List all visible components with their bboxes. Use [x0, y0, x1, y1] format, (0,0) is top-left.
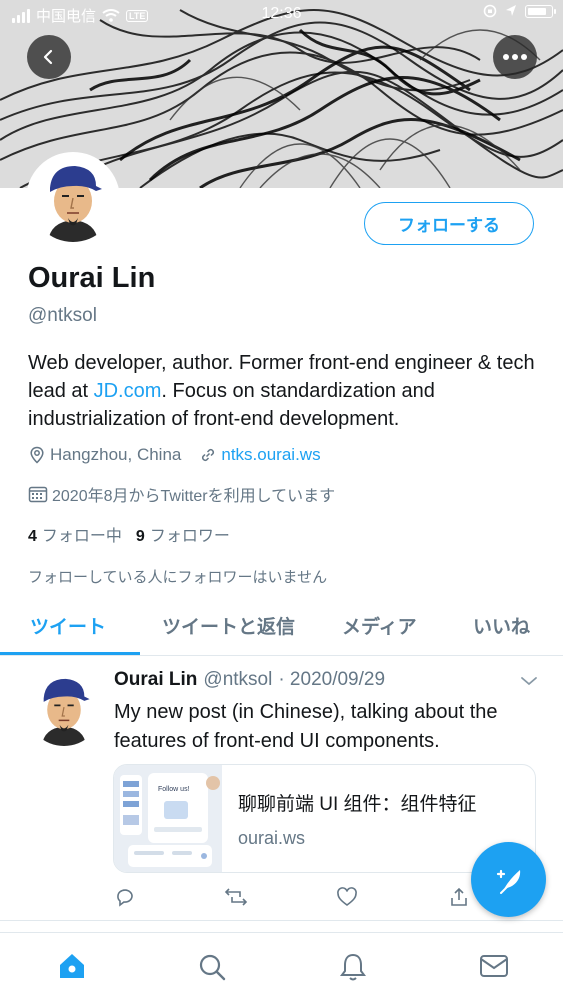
- website-item[interactable]: ntks.ourai.ws: [199, 445, 321, 465]
- card-domain: ourai.ws: [238, 828, 306, 848]
- follow-counts: 4 フォロー中 9 フォロワー: [28, 522, 230, 546]
- tweet-author-name[interactable]: Ourai Lin: [114, 669, 197, 691]
- profile-name: Ourai Lin: [28, 262, 156, 294]
- location-item: Hangzhou, China: [28, 445, 181, 465]
- card-thumbnail: Follow us!: [114, 765, 222, 872]
- tweet-date: · 2020/09/29: [278, 669, 386, 690]
- tab-tweets[interactable]: ツイート: [30, 612, 106, 639]
- calendar-icon: [28, 486, 48, 503]
- website-link[interactable]: ntks.ourai.ws: [221, 445, 320, 465]
- following-number: 4: [28, 528, 37, 545]
- followers-label: フォロワー: [149, 528, 230, 545]
- follow-button[interactable]: フォローする: [364, 202, 534, 245]
- status-bar: 中国电信 LTE 12:36: [0, 0, 563, 32]
- link-icon: [202, 448, 215, 462]
- mail-icon[interactable]: [478, 951, 510, 981]
- more-button[interactable]: [493, 35, 537, 79]
- more-dots-icon: [503, 54, 527, 60]
- following-count[interactable]: 4 フォロー中: [28, 522, 122, 546]
- profile-avatar[interactable]: [26, 152, 120, 246]
- tab-tweets-replies[interactable]: ツイートと返信: [162, 612, 295, 639]
- link-card[interactable]: Follow us! 聊聊前端 UI 组件：组件特征 ourai.ws: [113, 764, 536, 873]
- tweet-header: Ourai Lin @ntksol · 2020/09/29: [114, 669, 385, 691]
- joined-text: 2020年8月からTwitterを利用しています: [52, 488, 336, 505]
- compose-tweet-button[interactable]: [471, 842, 546, 917]
- profile-bio: Web developer, author. Former front-end …: [28, 349, 548, 433]
- joined-date: 2020年8月からTwitterを利用しています: [28, 482, 335, 506]
- tweet-actions: [114, 886, 474, 912]
- bell-icon[interactable]: [337, 951, 369, 983]
- followers-number: 9: [135, 528, 145, 545]
- mutual-followers-note: フォローしている人にフォロワーはいません: [28, 569, 328, 586]
- card-thumb-text: Follow us!: [158, 786, 190, 793]
- tab-media[interactable]: メディア: [342, 612, 417, 639]
- chevron-down-icon[interactable]: [520, 675, 538, 687]
- battery-icon: [525, 4, 556, 18]
- reply-icon[interactable]: [114, 886, 136, 908]
- tweet-avatar[interactable]: [26, 670, 102, 746]
- card-body: 聊聊前端 UI 组件：组件特征 ourai.ws: [222, 765, 477, 872]
- active-tab-indicator: [0, 652, 140, 655]
- following-label: フォロー中: [41, 528, 122, 545]
- avatar-illustration: [30, 156, 116, 242]
- orientation-lock-icon: [483, 4, 497, 18]
- profile-tabs: ツイート ツイートと返信 メディア いいね: [0, 600, 563, 656]
- tab-likes[interactable]: いいね: [473, 612, 530, 639]
- like-icon[interactable]: [336, 886, 358, 908]
- location-arrow-icon: [506, 5, 516, 16]
- profile-handle: @ntksol: [28, 305, 97, 326]
- back-button[interactable]: [27, 35, 71, 79]
- tweet-text: My new post (in Chinese), talking about …: [114, 701, 498, 752]
- bottom-navigation: [0, 932, 563, 1000]
- status-time: 12:36: [261, 5, 302, 22]
- bio-link[interactable]: JD.com: [94, 380, 162, 402]
- tweet-author-handle: @ntksol: [203, 669, 273, 690]
- compose-tweet-icon: [496, 869, 520, 894]
- card-title: 聊聊前端 UI 组件：组件特征: [238, 794, 477, 815]
- location-pin-icon: [30, 446, 44, 464]
- search-icon[interactable]: [196, 951, 228, 983]
- profile-meta: Hangzhou, China ntks.ourai.ws: [28, 445, 339, 465]
- home-icon[interactable]: [56, 951, 88, 981]
- card-thumbnail-image: Follow us!: [114, 765, 222, 872]
- chevron-left-icon: [43, 49, 53, 65]
- followers-count[interactable]: 9 フォロワー: [136, 522, 230, 546]
- avatar-illustration: [26, 670, 102, 746]
- status-right: [483, 4, 556, 18]
- location-text: Hangzhou, China: [50, 445, 182, 464]
- share-icon[interactable]: [448, 886, 470, 908]
- retweet-icon[interactable]: [224, 886, 248, 908]
